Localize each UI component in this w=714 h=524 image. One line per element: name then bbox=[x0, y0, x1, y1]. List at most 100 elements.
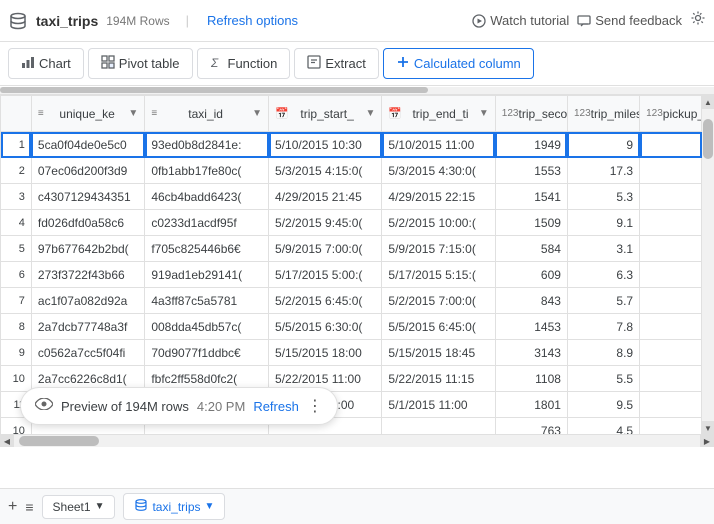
function-button[interactable]: Σ Function bbox=[197, 48, 291, 79]
table-cell[interactable] bbox=[640, 210, 702, 236]
table-cell[interactable]: c0562a7cc5f04fi bbox=[31, 340, 144, 366]
table-cell[interactable]: 8.9 bbox=[567, 340, 639, 366]
table-cell[interactable] bbox=[640, 314, 702, 340]
table-row[interactable]: 6273f3722f43b66919ad1eb29141(5/17/2015 5… bbox=[1, 262, 702, 288]
table-row[interactable]: 3c430712943435146cb4badd6423(4/29/2015 2… bbox=[1, 184, 702, 210]
table-cell[interactable]: 5/5/2015 6:45:0( bbox=[382, 314, 495, 340]
table-cell[interactable]: 5/9/2015 7:00:0( bbox=[269, 236, 382, 262]
table-cell[interactable]: 5/10/2015 11:00 bbox=[382, 132, 495, 158]
table-cell[interactable]: f705c825446b6€ bbox=[145, 236, 269, 262]
table-cell[interactable] bbox=[640, 132, 702, 158]
table-cell[interactable]: 008dda45db57c( bbox=[145, 314, 269, 340]
table-cell[interactable]: 07ec06d200f3d9 bbox=[31, 158, 144, 184]
table-row[interactable]: 9c0562a7cc5f04fi70d9077f1ddbc€5/15/2015 … bbox=[1, 340, 702, 366]
table-cell[interactable]: 5/5/2015 6:30:0( bbox=[269, 314, 382, 340]
col-filter-unique_ke[interactable]: ▼ bbox=[128, 108, 138, 119]
table-cell[interactable]: 5/1/2015 11:00 bbox=[382, 392, 495, 418]
sheet-list-button[interactable]: ≡ bbox=[25, 499, 33, 515]
table-cell[interactable]: 5/2/2015 10:00:( bbox=[382, 210, 495, 236]
table-cell[interactable]: ac1f07a082d92a bbox=[31, 288, 144, 314]
table-cell[interactable]: 6.3 bbox=[567, 262, 639, 288]
table-cell[interactable] bbox=[640, 366, 702, 392]
table-row[interactable]: 4fd026dfd0a58c6c0233d1acdf95f5/2/2015 9:… bbox=[1, 210, 702, 236]
table-cell[interactable]: 3143 bbox=[495, 340, 567, 366]
table-cell[interactable] bbox=[640, 340, 702, 366]
table-cell[interactable]: 17.3 bbox=[567, 158, 639, 184]
table-cell[interactable]: 9 bbox=[567, 132, 639, 158]
refresh-options-button[interactable]: Refresh options bbox=[201, 9, 304, 32]
h-scroll-thumb[interactable] bbox=[19, 436, 99, 446]
horizontal-scrollbar-top[interactable] bbox=[0, 87, 714, 95]
table-cell[interactable]: 609 bbox=[495, 262, 567, 288]
table-cell[interactable]: 7.8 bbox=[567, 314, 639, 340]
scroll-right-button[interactable]: ▶ bbox=[700, 435, 714, 447]
table-cell[interactable]: 5/3/2015 4:15:0( bbox=[269, 158, 382, 184]
settings-button[interactable] bbox=[690, 10, 706, 31]
vertical-scrollbar[interactable]: ▲ ▼ bbox=[702, 95, 714, 435]
table-cell[interactable] bbox=[640, 418, 702, 436]
sheet1-tab[interactable]: Sheet1 ▼ bbox=[42, 495, 116, 519]
table-cell[interactable] bbox=[640, 158, 702, 184]
table-cell[interactable] bbox=[382, 418, 495, 436]
table-cell[interactable]: c0233d1acdf95f bbox=[145, 210, 269, 236]
table-cell[interactable]: 2a7dcb77748a3f bbox=[31, 314, 144, 340]
col-header-trip_miles[interactable]: 123 trip_miles ▼ bbox=[567, 96, 639, 132]
table-cell[interactable] bbox=[640, 392, 702, 418]
table-cell[interactable]: 5/10/2015 10:30 bbox=[269, 132, 382, 158]
table-cell[interactable]: 0fb1abb17fe80c( bbox=[145, 158, 269, 184]
scroll-thumb[interactable] bbox=[703, 119, 713, 159]
table-row[interactable]: 15ca0f04de0e5c093ed0b8d2841e:5/10/2015 1… bbox=[1, 132, 702, 158]
table-cell[interactable]: 3.1 bbox=[567, 236, 639, 262]
table-cell[interactable] bbox=[640, 236, 702, 262]
calculated-column-button[interactable]: Calculated column bbox=[383, 48, 534, 79]
table-cell[interactable]: 1453 bbox=[495, 314, 567, 340]
table-cell[interactable]: 5.7 bbox=[567, 288, 639, 314]
table-cell[interactable]: 4.5 bbox=[567, 418, 639, 436]
horizontal-scrollbar-bottom[interactable]: ◀ ▶ bbox=[0, 435, 714, 447]
table-cell[interactable]: c4307129434351 bbox=[31, 184, 144, 210]
table-cell[interactable]: 5/17/2015 5:00:( bbox=[269, 262, 382, 288]
col-filter-taxi_id[interactable]: ▼ bbox=[252, 108, 262, 119]
table-cell[interactable]: 5/3/2015 4:30:0( bbox=[382, 158, 495, 184]
table-cell[interactable]: 919ad1eb29141( bbox=[145, 262, 269, 288]
table-cell[interactable]: 1108 bbox=[495, 366, 567, 392]
add-sheet-button[interactable]: + bbox=[8, 498, 17, 516]
table-cell[interactable]: 1801 bbox=[495, 392, 567, 418]
scroll-up-button[interactable]: ▲ bbox=[702, 95, 714, 109]
table-cell[interactable]: 9.1 bbox=[567, 210, 639, 236]
table-cell[interactable]: 5/2/2015 6:45:0( bbox=[269, 288, 382, 314]
table-cell[interactable]: 5/2/2015 7:00:0( bbox=[382, 288, 495, 314]
table-cell[interactable]: fd026dfd0a58c6 bbox=[31, 210, 144, 236]
table-cell[interactable]: 5/15/2015 18:00 bbox=[269, 340, 382, 366]
table-row[interactable]: 207ec06d200f3d90fb1abb17fe80c(5/3/2015 4… bbox=[1, 158, 702, 184]
col-header-trip_secon[interactable]: 123 trip_secon ▼ bbox=[495, 96, 567, 132]
taxi-trips-tab[interactable]: taxi_trips ▼ bbox=[123, 493, 225, 520]
table-cell[interactable]: 5/15/2015 18:45 bbox=[382, 340, 495, 366]
col-header-trip_start[interactable]: 📅 trip_start_ ▼ bbox=[269, 96, 382, 132]
table-cell[interactable]: 46cb4badd6423( bbox=[145, 184, 269, 210]
col-filter-trip_end[interactable]: ▼ bbox=[479, 108, 489, 119]
table-cell[interactable]: 5.3 bbox=[567, 184, 639, 210]
table-cell[interactable]: 584 bbox=[495, 236, 567, 262]
table-cell[interactable]: 9.5 bbox=[567, 392, 639, 418]
table-cell[interactable]: 843 bbox=[495, 288, 567, 314]
send-feedback-button[interactable]: Send feedback bbox=[577, 13, 682, 28]
table-cell[interactable]: 4/29/2015 22:15 bbox=[382, 184, 495, 210]
table-row[interactable]: 597b677642b2bd(f705c825446b6€5/9/2015 7:… bbox=[1, 236, 702, 262]
col-header-taxi_id[interactable]: ≡ taxi_id ▼ bbox=[145, 96, 269, 132]
table-row[interactable]: 82a7dcb77748a3f008dda45db57c(5/5/2015 6:… bbox=[1, 314, 702, 340]
table-cell[interactable]: 763 bbox=[495, 418, 567, 436]
col-header-trip_end[interactable]: 📅 trip_end_ti ▼ bbox=[382, 96, 495, 132]
table-cell[interactable]: 5/17/2015 5:15:( bbox=[382, 262, 495, 288]
table-cell[interactable] bbox=[640, 184, 702, 210]
table-row[interactable]: 7ac1f07a082d92a4a3ff87c5a57815/2/2015 6:… bbox=[1, 288, 702, 314]
chart-button[interactable]: Chart bbox=[8, 48, 84, 79]
table-cell[interactable] bbox=[640, 288, 702, 314]
table-cell[interactable]: 5.5 bbox=[567, 366, 639, 392]
extract-button[interactable]: Extract bbox=[294, 48, 378, 79]
table-cell[interactable]: 97b677642b2bd( bbox=[31, 236, 144, 262]
table-cell[interactable]: 4/29/2015 21:45 bbox=[269, 184, 382, 210]
table-cell[interactable]: 1553 bbox=[495, 158, 567, 184]
watch-tutorial-button[interactable]: Watch tutorial bbox=[472, 13, 569, 28]
table-cell[interactable] bbox=[640, 262, 702, 288]
